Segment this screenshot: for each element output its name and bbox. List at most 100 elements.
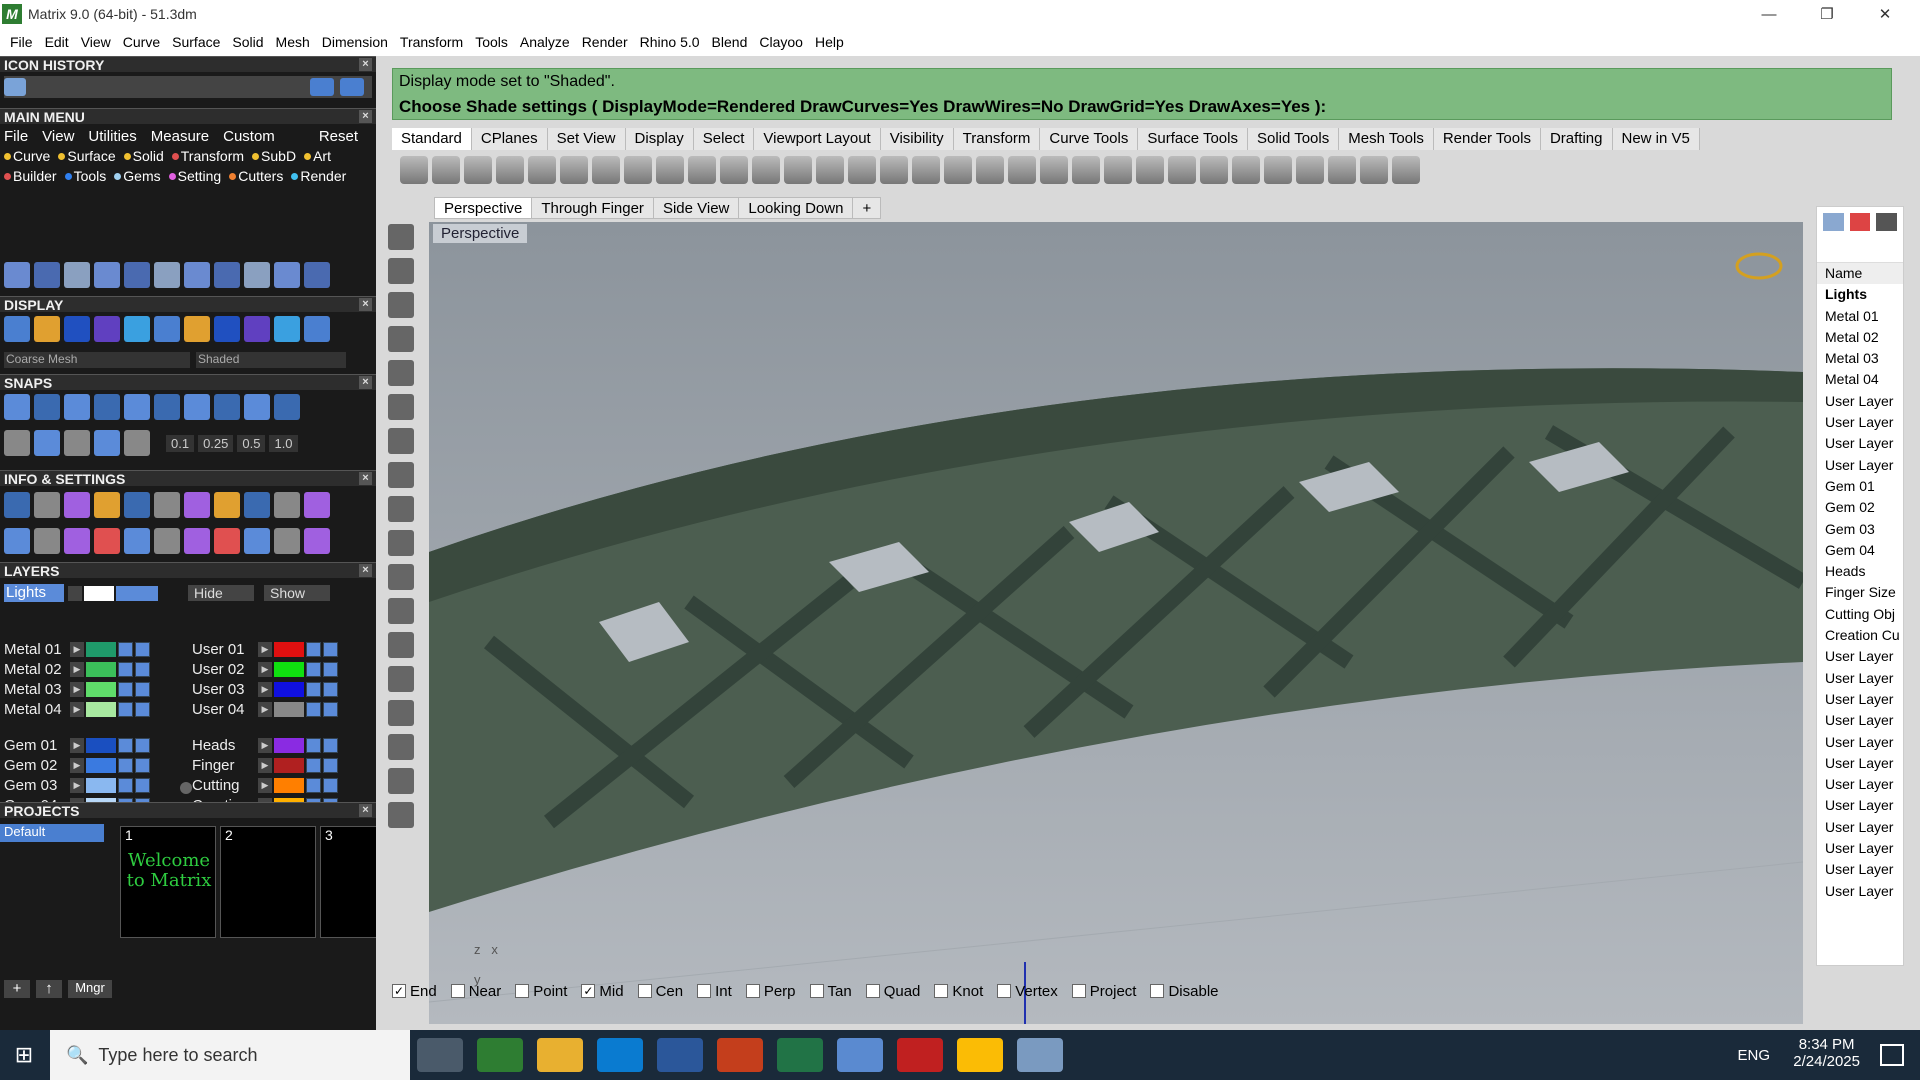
tool-icon[interactable] — [244, 492, 270, 518]
layer-list-item[interactable]: User Layer — [1817, 412, 1903, 433]
side-tool-icon[interactable] — [388, 394, 414, 420]
tool-icon[interactable] — [274, 394, 300, 420]
visibility-icon[interactable] — [135, 682, 150, 697]
tool-icon[interactable] — [34, 430, 60, 456]
main-menu-solid[interactable]: Solid — [123, 148, 164, 164]
layer-list-item[interactable]: Metal 04 — [1817, 369, 1903, 390]
toolbar-icon[interactable] — [1360, 156, 1388, 184]
main-menu-file[interactable]: File — [4, 128, 28, 145]
tool-icon[interactable] — [124, 262, 150, 288]
tool-icon[interactable] — [124, 492, 150, 518]
tab-render-tools[interactable]: Render Tools — [1433, 128, 1541, 150]
side-tool-icon[interactable] — [388, 292, 414, 318]
side-tool-icon[interactable] — [388, 530, 414, 556]
project-default[interactable]: Default — [0, 824, 104, 842]
tool-icon[interactable] — [304, 492, 330, 518]
layer-list-item[interactable]: Heads — [1817, 561, 1903, 582]
app-icon[interactable] — [837, 1038, 883, 1072]
layer-arrow[interactable] — [68, 585, 82, 601]
layer-toggles[interactable] — [116, 585, 158, 601]
osnap-project[interactable]: Project — [1071, 983, 1136, 1000]
toolbar-icon[interactable] — [1168, 156, 1196, 184]
main-menu-surface[interactable]: Surface — [58, 148, 116, 164]
main-menu-utilities[interactable]: Utilities — [88, 128, 136, 145]
toolbar-icon[interactable] — [1008, 156, 1036, 184]
tool-icon[interactable] — [304, 528, 330, 554]
lock-icon[interactable] — [118, 778, 133, 793]
tool-icon[interactable] — [274, 528, 300, 554]
tool-icon[interactable] — [124, 394, 150, 420]
menu-view[interactable]: View — [75, 34, 117, 50]
tool-icon[interactable] — [184, 528, 210, 554]
layer-arrow-icon[interactable]: ▶ — [258, 642, 272, 657]
checkbox-icon[interactable] — [865, 984, 880, 998]
lock-icon[interactable] — [118, 682, 133, 697]
tab-transform[interactable]: Transform — [953, 128, 1041, 150]
osnap-near[interactable]: Near — [450, 983, 501, 1000]
layer-color-swatch[interactable] — [86, 642, 116, 657]
main-menu-measure[interactable]: Measure — [151, 128, 209, 145]
side-tool-icon[interactable] — [388, 360, 414, 386]
shade-select[interactable]: Shaded — [196, 352, 346, 368]
visibility-icon[interactable] — [323, 702, 338, 717]
menu-analyze[interactable]: Analyze — [514, 34, 576, 50]
toolbar-icon[interactable] — [848, 156, 876, 184]
main-menu-setting[interactable]: Setting — [168, 168, 221, 184]
layer-list-item[interactable]: User Layer — [1817, 838, 1903, 859]
layer-list-item[interactable]: Gem 03 — [1817, 519, 1903, 540]
show-button[interactable]: Show — [264, 585, 330, 601]
toolbar-icon[interactable] — [976, 156, 1004, 184]
checkbox-icon[interactable] — [515, 984, 530, 998]
toolbar-icon[interactable] — [688, 156, 716, 184]
layer-row[interactable]: Metal 04 ▶ — [4, 700, 152, 719]
close-icon[interactable]: × — [359, 472, 372, 485]
main-menu-subd[interactable]: SubD — [252, 148, 296, 164]
up-button[interactable]: ↑ — [36, 980, 62, 998]
toolbar-icon[interactable] — [1200, 156, 1228, 184]
layer-row[interactable]: User 03 ▶ — [192, 680, 340, 699]
main-menu-curve[interactable]: Curve — [4, 148, 50, 164]
layer-list-item[interactable]: Metal 03 — [1817, 348, 1903, 369]
tool-icon[interactable] — [154, 492, 180, 518]
close-button[interactable]: ✕ — [1856, 0, 1914, 28]
mesh-select[interactable]: Coarse Mesh — [4, 352, 190, 368]
tab-viewport-layout[interactable]: Viewport Layout — [754, 128, 881, 150]
checkbox-icon[interactable] — [1071, 984, 1086, 998]
tool-icon[interactable] — [274, 316, 300, 342]
viewport-tab[interactable]: Perspective — [434, 197, 533, 219]
tool-icon[interactable] — [244, 528, 270, 554]
toolbar-icon[interactable] — [1136, 156, 1164, 184]
current-layer[interactable]: Lights — [4, 584, 64, 602]
tool-icon[interactable] — [124, 528, 150, 554]
layer-arrow-icon[interactable]: ▶ — [70, 758, 84, 773]
visibility-icon[interactable] — [323, 778, 338, 793]
forward-arrow-icon[interactable] — [340, 78, 364, 96]
toolbar-icon[interactable] — [752, 156, 780, 184]
checkbox-icon[interactable] — [697, 984, 712, 998]
word-icon[interactable] — [657, 1038, 703, 1072]
tool-icon[interactable] — [304, 262, 330, 288]
close-icon[interactable]: × — [359, 298, 372, 311]
osnap-vertex[interactable]: Vertex — [997, 983, 1058, 1000]
lock-icon[interactable] — [118, 662, 133, 677]
layer-arrow-icon[interactable]: ▶ — [70, 662, 84, 677]
layer-arrow-icon[interactable]: ▶ — [70, 738, 84, 753]
visibility-icon[interactable] — [135, 642, 150, 657]
menu-clayoo[interactable]: Clayoo — [753, 34, 809, 50]
toolbar-icon[interactable] — [1072, 156, 1100, 184]
explorer-icon[interactable] — [537, 1038, 583, 1072]
close-icon[interactable]: × — [359, 110, 372, 123]
layer-swatch[interactable] — [84, 585, 114, 601]
tool-icon[interactable] — [64, 492, 90, 518]
column-name[interactable]: Name — [1817, 263, 1903, 285]
add-viewport-tab[interactable]: + — [852, 197, 882, 219]
osnap-perp[interactable]: Perp — [745, 983, 796, 1000]
lock-icon[interactable] — [306, 642, 321, 657]
tab-display[interactable]: Display — [625, 128, 694, 150]
tool-icon[interactable] — [184, 394, 210, 420]
restore-button[interactable]: ❐ — [1798, 0, 1856, 28]
toolbar-icon[interactable] — [816, 156, 844, 184]
side-tool-icon[interactable] — [388, 802, 414, 828]
add-project-button[interactable]: + — [4, 980, 30, 998]
layer-color-swatch[interactable] — [86, 778, 116, 793]
